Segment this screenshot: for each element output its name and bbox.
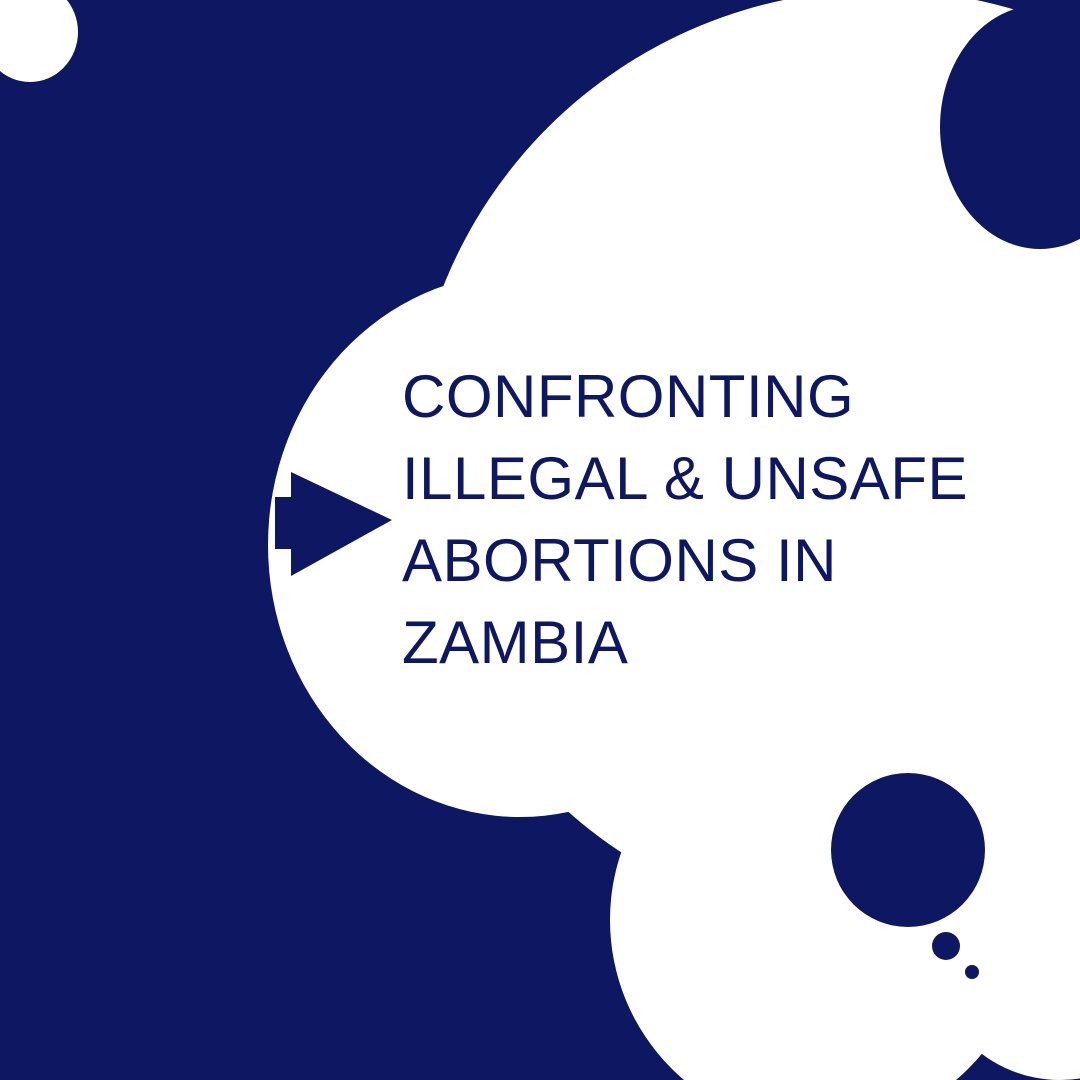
headline-line-1: CONFRONTING (402, 363, 855, 430)
thought-dot-medium (932, 932, 960, 960)
corner-circle-decoration (0, 0, 78, 82)
thought-dot-small (965, 965, 979, 979)
headline-line-3: ABORTIONS IN (402, 527, 837, 594)
headline-line-2: ILLEGAL & UNSAFE (402, 445, 968, 512)
thought-dot-large (831, 773, 985, 927)
poster-canvas: CONFRONTING ILLEGAL & UNSAFE ABORTIONS I… (0, 0, 1080, 1080)
headline-line-4: ZAMBIA (402, 609, 629, 676)
headline: CONFRONTING ILLEGAL & UNSAFE ABORTIONS I… (402, 356, 1042, 684)
